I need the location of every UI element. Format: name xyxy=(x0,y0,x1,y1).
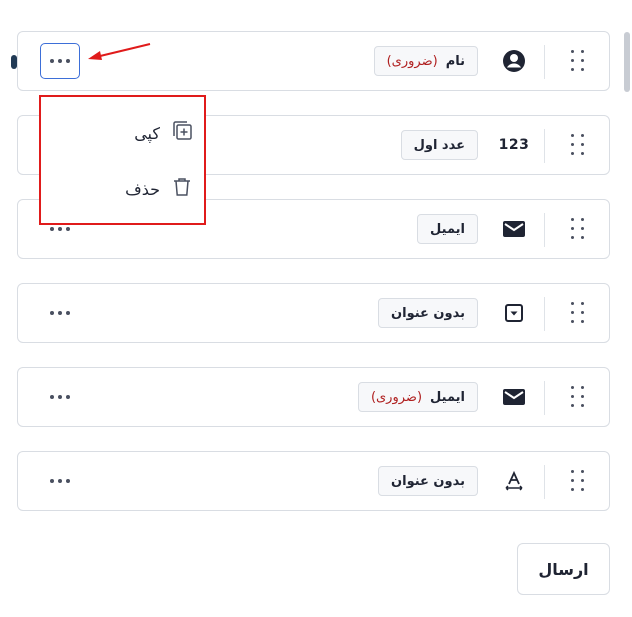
drag-handle-icon[interactable] xyxy=(571,386,585,408)
drag-handle-icon[interactable] xyxy=(571,470,585,492)
field-options-menu: کپی حذف xyxy=(39,95,206,225)
field-row: بدون عنوان xyxy=(17,451,610,511)
menu-item-copy[interactable]: کپی xyxy=(54,118,194,148)
field-label: بدون عنوان xyxy=(391,305,465,321)
submit-button[interactable]: ارسال xyxy=(517,543,610,595)
drag-handle-icon[interactable] xyxy=(571,134,585,156)
more-options-button[interactable] xyxy=(40,463,80,499)
number-icon-text: 123 xyxy=(498,137,530,153)
text-field-icon xyxy=(501,468,527,494)
ellipsis-icon xyxy=(50,59,70,63)
field-label: ایمیل xyxy=(430,389,465,405)
field-label-tag[interactable]: ایمیل xyxy=(417,214,478,244)
annotation-arrow xyxy=(88,43,151,60)
field-label-tag[interactable]: بدون عنوان xyxy=(378,466,478,496)
required-badge: (ضروری) xyxy=(370,389,423,405)
field-label-tag[interactable]: بدون عنوان xyxy=(378,298,478,328)
divider xyxy=(544,465,545,499)
scrollbar[interactable] xyxy=(624,32,630,92)
drag-handle-icon[interactable] xyxy=(571,218,585,240)
field-label-tag[interactable]: نام (ضروری) xyxy=(373,46,478,76)
divider xyxy=(544,297,545,331)
ellipsis-icon xyxy=(50,311,70,315)
trash-icon xyxy=(170,175,194,203)
more-options-button[interactable] xyxy=(40,379,80,415)
divider xyxy=(544,213,545,247)
user-circle-icon xyxy=(501,48,527,74)
more-options-button[interactable] xyxy=(40,295,80,331)
required-badge: (ضروری) xyxy=(386,53,438,69)
ellipsis-icon xyxy=(50,227,70,231)
number-icon: 123 xyxy=(498,132,530,158)
dropdown-icon xyxy=(501,300,527,326)
divider xyxy=(544,129,545,163)
drag-handle-icon[interactable] xyxy=(571,302,585,324)
field-label: نام xyxy=(445,53,465,69)
menu-item-label: کپی xyxy=(134,123,160,143)
field-label-tag[interactable]: ایمیل (ضروری) xyxy=(357,382,478,412)
field-label: عدد اول xyxy=(413,137,465,153)
ellipsis-icon xyxy=(50,479,70,483)
menu-item-label: حذف xyxy=(125,179,160,199)
ellipsis-icon xyxy=(50,395,70,399)
divider xyxy=(544,381,545,415)
menu-item-delete[interactable]: حذف xyxy=(54,174,194,204)
field-row: بدون عنوان xyxy=(17,283,610,343)
copy-add-icon xyxy=(170,119,194,147)
field-label-tag[interactable]: عدد اول xyxy=(400,130,478,160)
field-row: ایمیل (ضروری) xyxy=(17,367,610,427)
field-label: بدون عنوان xyxy=(391,473,465,489)
field-label: ایمیل xyxy=(430,221,465,237)
more-options-button[interactable] xyxy=(40,43,80,79)
envelope-icon xyxy=(501,216,527,242)
envelope-icon xyxy=(501,384,527,410)
drag-handle-icon[interactable] xyxy=(571,50,585,72)
divider xyxy=(544,45,545,79)
